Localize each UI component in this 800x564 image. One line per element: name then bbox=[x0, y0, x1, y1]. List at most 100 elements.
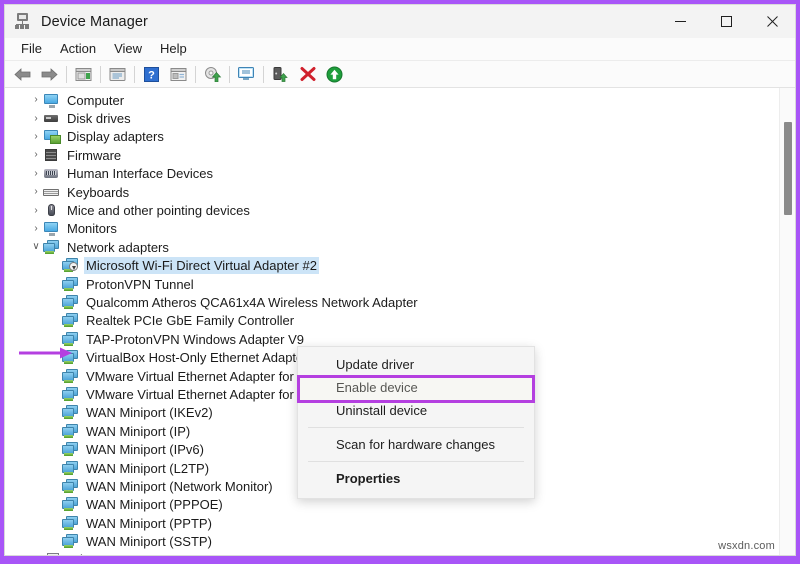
network-adapter-icon bbox=[62, 442, 79, 457]
network-adapter-icon bbox=[62, 295, 79, 310]
keyboard-icon bbox=[43, 185, 60, 200]
tree-item-label: WAN Miniport (PPPOE) bbox=[84, 496, 225, 513]
tree-item-label: Human Interface Devices bbox=[65, 165, 215, 182]
tree-item-label: Print queues bbox=[65, 551, 142, 556]
computer-icon bbox=[43, 93, 60, 108]
context-menu-item-uninstall-device[interactable]: Uninstall device bbox=[298, 399, 534, 422]
tree-item-label: WAN Miniport (SSTP) bbox=[84, 533, 214, 550]
toolbar-separator bbox=[195, 66, 196, 83]
printer-icon bbox=[43, 552, 60, 556]
tree-item-label: WAN Miniport (L2TP) bbox=[84, 460, 211, 477]
tree-item[interactable]: › Display adapters bbox=[5, 128, 775, 146]
chevron-right-icon[interactable]: › bbox=[29, 114, 43, 124]
show-hidden-devices-icon[interactable] bbox=[70, 63, 97, 86]
context-menu-item-update-driver[interactable]: Update driver bbox=[298, 353, 534, 376]
network-adapter-icon bbox=[62, 424, 79, 439]
chevron-right-icon[interactable]: › bbox=[29, 555, 43, 556]
tree-item-label: VirtualBox Host-Only Ethernet Adapter bbox=[84, 349, 310, 366]
network-adapter-icon bbox=[62, 350, 79, 365]
tree-item[interactable]: › Print queues bbox=[5, 551, 775, 556]
tree-item[interactable]: › Human Interface Devices bbox=[5, 165, 775, 183]
tree-item-label: WAN Miniport (IPv6) bbox=[84, 441, 206, 458]
tree-item-label: ProtonVPN Tunnel bbox=[84, 276, 196, 293]
update-driver-icon[interactable] bbox=[199, 63, 226, 86]
annotated-screenshot-frame: Device Manager File Action View Help bbox=[0, 0, 800, 564]
toolbar-separator bbox=[229, 66, 230, 83]
tree-item-label: Mice and other pointing devices bbox=[65, 202, 252, 219]
tree-item-label: Keyboards bbox=[65, 184, 131, 201]
menu-bar: File Action View Help bbox=[5, 38, 795, 61]
help-icon[interactable]: ? bbox=[138, 63, 165, 86]
menu-file[interactable]: File bbox=[12, 39, 51, 59]
disk-drive-icon bbox=[43, 111, 60, 126]
chevron-right-icon[interactable]: › bbox=[29, 206, 43, 216]
window-title: Device Manager bbox=[41, 14, 148, 30]
tree-item-label: Realtek PCIe GbE Family Controller bbox=[84, 312, 296, 329]
network-adapter-icon bbox=[43, 240, 60, 255]
network-adapter-icon bbox=[62, 461, 79, 476]
menu-action[interactable]: Action bbox=[51, 39, 105, 59]
device-tree-area: ›Computer›Disk drives›Display adapters›F… bbox=[5, 88, 795, 556]
vertical-scrollbar[interactable] bbox=[779, 88, 795, 556]
tree-item[interactable]: Realtek PCIe GbE Family Controller bbox=[5, 312, 775, 330]
device-manager-icon bbox=[14, 13, 31, 30]
tree-item-label: Network adapters bbox=[65, 239, 171, 256]
menu-view[interactable]: View bbox=[105, 39, 151, 59]
scan-hardware-changes-icon[interactable] bbox=[233, 63, 260, 86]
tree-item[interactable]: ›Disk drives bbox=[5, 109, 775, 127]
tree-item-label: Firmware bbox=[65, 147, 123, 164]
menu-help[interactable]: Help bbox=[151, 39, 196, 59]
window-controls bbox=[657, 5, 795, 38]
uninstall-device-icon[interactable] bbox=[321, 63, 348, 86]
chevron-right-icon[interactable]: › bbox=[29, 169, 43, 179]
network-adapter-icon bbox=[62, 534, 79, 549]
network-adapter-icon bbox=[62, 516, 79, 531]
chevron-right-icon[interactable]: › bbox=[29, 132, 43, 142]
chevron-down-icon[interactable]: ∨ bbox=[29, 242, 43, 252]
network-adapter-icon bbox=[62, 277, 79, 292]
toolbar: ? bbox=[5, 61, 795, 88]
tree-item[interactable]: WAN Miniport (PPTP) bbox=[5, 514, 775, 532]
enable-device-icon[interactable] bbox=[267, 63, 294, 86]
hid-icon bbox=[43, 166, 60, 181]
forward-icon[interactable] bbox=[36, 63, 63, 86]
tree-item[interactable]: › Keyboards bbox=[5, 183, 775, 201]
context-menu-item-scan-for-hardware-changes[interactable]: Scan for hardware changes bbox=[298, 433, 534, 456]
tree-item-label: Display adapters bbox=[65, 128, 166, 145]
context-menu-item-enable-device[interactable]: Enable device bbox=[298, 376, 534, 399]
network-adapter-disabled-icon bbox=[62, 258, 79, 273]
chevron-right-icon[interactable]: › bbox=[29, 95, 43, 105]
context-menu-item-properties[interactable]: Properties bbox=[298, 467, 534, 490]
display-adapter-icon bbox=[43, 129, 60, 144]
tree-item[interactable]: Qualcomm Atheros QCA61x4A Wireless Netwo… bbox=[5, 293, 775, 311]
chevron-right-icon[interactable]: › bbox=[29, 187, 43, 197]
close-button[interactable] bbox=[749, 5, 795, 38]
mouse-icon bbox=[43, 203, 60, 218]
network-adapter-icon bbox=[62, 405, 79, 420]
toolbar-separator bbox=[100, 66, 101, 83]
tree-item-label: Qualcomm Atheros QCA61x4A Wireless Netwo… bbox=[84, 294, 420, 311]
tree-item-label: WAN Miniport (PPTP) bbox=[84, 515, 214, 532]
watermark: wsxdn.com bbox=[718, 540, 775, 552]
tree-item[interactable]: ProtonVPN Tunnel bbox=[5, 275, 775, 293]
disable-device-icon[interactable] bbox=[294, 63, 321, 86]
tree-item[interactable]: ›Monitors bbox=[5, 220, 775, 238]
maximize-button[interactable] bbox=[703, 5, 749, 38]
minimize-button[interactable] bbox=[657, 5, 703, 38]
chevron-right-icon[interactable]: › bbox=[29, 150, 43, 160]
tree-item-label: Microsoft Wi-Fi Direct Virtual Adapter #… bbox=[84, 257, 319, 274]
network-adapter-icon bbox=[62, 313, 79, 328]
scrollbar-thumb[interactable] bbox=[784, 122, 792, 215]
svg-text:?: ? bbox=[148, 69, 155, 81]
tree-item[interactable]: Microsoft Wi-Fi Direct Virtual Adapter #… bbox=[5, 257, 775, 275]
tree-item[interactable]: ∨ Network adapters bbox=[5, 238, 775, 256]
tree-item[interactable]: › Firmware bbox=[5, 146, 775, 164]
back-icon[interactable] bbox=[9, 63, 36, 86]
device-list-icon[interactable] bbox=[165, 63, 192, 86]
properties-icon[interactable] bbox=[104, 63, 131, 86]
tree-item[interactable]: › Mice and other pointing devices bbox=[5, 201, 775, 219]
tree-item-label: TAP-ProtonVPN Windows Adapter V9 bbox=[84, 331, 306, 348]
chevron-right-icon[interactable]: › bbox=[29, 224, 43, 234]
tree-item[interactable]: WAN Miniport (SSTP) bbox=[5, 532, 775, 550]
tree-item[interactable]: ›Computer bbox=[5, 91, 775, 109]
